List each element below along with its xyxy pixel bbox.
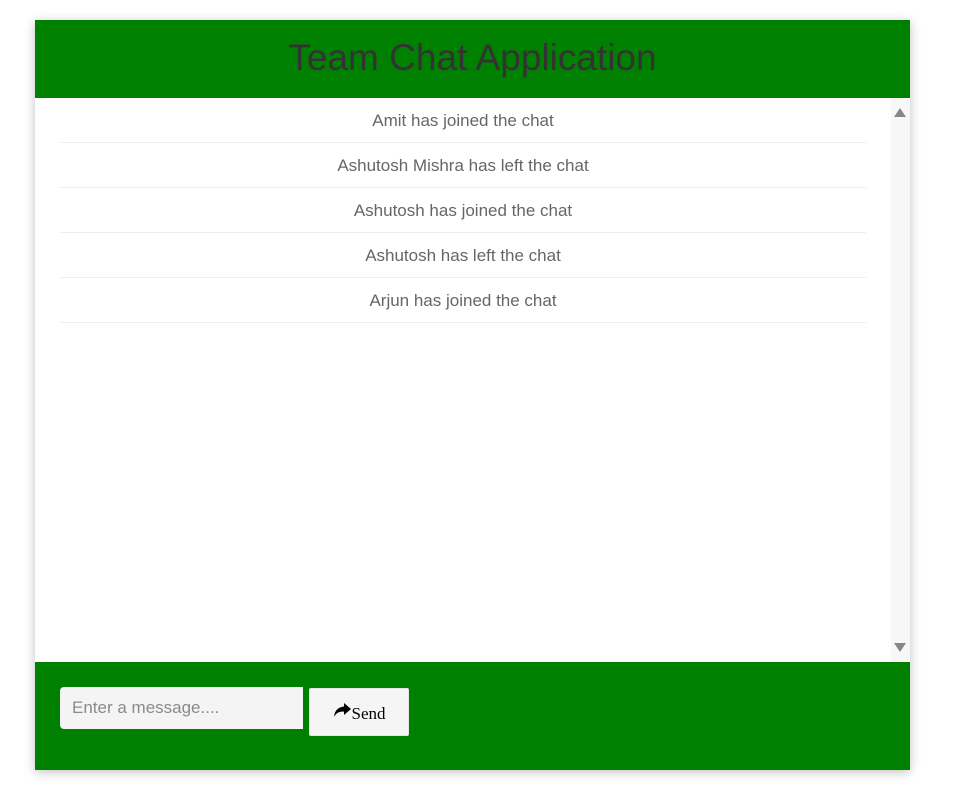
send-button[interactable]: Send	[309, 688, 409, 736]
scroll-up-arrow-icon[interactable]	[894, 108, 906, 117]
message-list: Amit has joined the chat Ashutosh Mishra…	[60, 98, 866, 323]
chat-app-window: Team Chat Application Amit has joined th…	[35, 20, 910, 770]
vertical-scrollbar[interactable]	[891, 98, 910, 662]
list-item: Ashutosh has joined the chat	[60, 188, 866, 233]
list-item: Arjun has joined the chat	[60, 278, 866, 323]
share-arrow-icon	[333, 702, 352, 718]
page-title: Team Chat Application	[288, 37, 657, 78]
chat-footer: Send	[35, 662, 910, 770]
message-area[interactable]: Amit has joined the chat Ashutosh Mishra…	[35, 98, 910, 662]
message-input[interactable]	[60, 687, 303, 729]
send-button-label: Send	[351, 704, 386, 723]
list-item: Ashutosh Mishra has left the chat	[60, 143, 866, 188]
chat-header: Team Chat Application	[35, 20, 910, 98]
scroll-down-arrow-icon[interactable]	[894, 643, 906, 652]
list-item: Amit has joined the chat	[60, 98, 866, 143]
list-item: Ashutosh has left the chat	[60, 233, 866, 278]
